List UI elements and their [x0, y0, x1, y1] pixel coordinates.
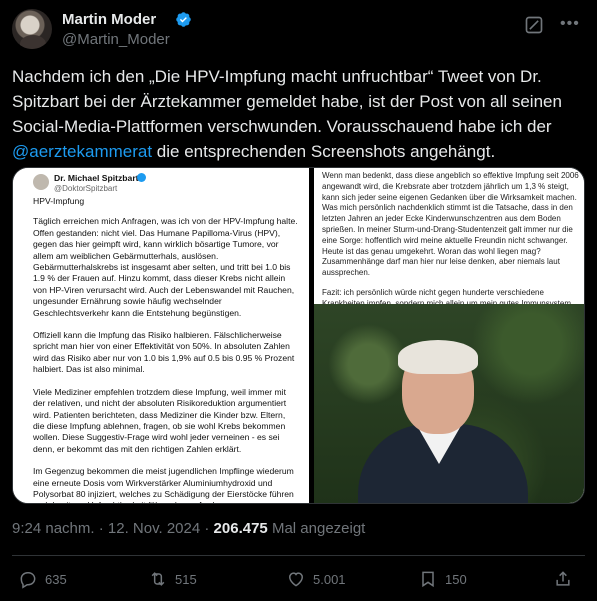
repost-count: 515	[175, 571, 197, 587]
tweet-text-before: Nachdem ich den „Die HPV-Impfung macht u…	[12, 67, 562, 136]
share-button[interactable]	[553, 568, 573, 590]
avatar[interactable]	[12, 9, 52, 49]
bookmark-button[interactable]: 150	[418, 568, 467, 590]
grok-icon[interactable]	[524, 15, 544, 35]
portrait-photo	[314, 304, 584, 503]
screenshot-author-handle: @DoktorSpitzbart	[54, 184, 118, 193]
divider	[12, 555, 585, 556]
tweet-time[interactable]: 9:24 nachm.	[12, 520, 95, 537]
screenshot-left[interactable]: Dr. Michael Spitzbart @DoktorSpitzbart H…	[13, 168, 309, 503]
bookmark-count: 150	[445, 571, 467, 587]
screenshot-left-header: Dr. Michael Spitzbart @DoktorSpitzbart	[33, 172, 299, 196]
bookmark-icon	[422, 571, 434, 588]
portrait-hair	[398, 340, 478, 374]
more-icon[interactable]: •••	[560, 15, 580, 33]
screenshot-paragraph: Viele Mediziner empfehlen trotzdem diese…	[33, 386, 287, 454]
reply-button[interactable]: 635	[18, 568, 67, 590]
repost-icon	[151, 572, 165, 586]
meta-separator: ·	[200, 520, 214, 537]
view-label: Mal angezeigt	[267, 520, 366, 537]
screenshot-verified-icon	[137, 173, 146, 182]
view-count: 206.475	[213, 520, 268, 537]
tweet-text-after: die entsprechenden Screenshots angehängt…	[152, 142, 496, 161]
tweet-header: Martin Moder @Martin_Moder •••	[12, 9, 585, 53]
tweet-date[interactable]: 12. Nov. 2024	[108, 520, 200, 537]
meta-separator: ·	[94, 520, 108, 537]
screenshot-paragraph: Wenn man bedenkt, dass diese angeblich s…	[322, 171, 579, 278]
tweet-body: Nachdem ich den „Die HPV-Impfung macht u…	[12, 64, 584, 164]
repost-button[interactable]: 515	[148, 568, 197, 590]
author-handle[interactable]: @Martin_Moder	[62, 31, 170, 48]
screenshot-avatar	[33, 174, 49, 190]
reply-icon	[20, 572, 36, 589]
verified-badge-icon	[176, 12, 191, 27]
tweet-meta: 9:24 nachm. · 12. Nov. 2024 · 206.475 Ma…	[12, 520, 365, 537]
screenshot-subtitle: HPV-Impfung	[33, 196, 85, 206]
screenshot-paragraph: Offiziell kann die Impfung das Risiko ha…	[33, 330, 295, 375]
share-icon	[556, 571, 570, 586]
mention-link[interactable]: @aerztekammerat	[12, 142, 152, 161]
like-count: 5.001	[313, 571, 346, 587]
author-name[interactable]: Martin Moder	[62, 11, 156, 28]
screenshot-right[interactable]: Wenn man bedenkt, dass diese angeblich s…	[314, 168, 584, 503]
screenshot-paragraph: Täglich erreichen mich Anfragen, was ich…	[33, 216, 298, 318]
like-icon	[288, 572, 304, 587]
action-bar: 635 515 5.001 150	[12, 568, 585, 590]
like-button[interactable]: 5.001	[286, 568, 346, 590]
attached-screenshots[interactable]: Dr. Michael Spitzbart @DoktorSpitzbart H…	[12, 167, 585, 504]
screenshot-paragraph: Im Gegenzug bekommen die meist jugendlic…	[33, 466, 294, 503]
reply-count: 635	[45, 571, 67, 587]
